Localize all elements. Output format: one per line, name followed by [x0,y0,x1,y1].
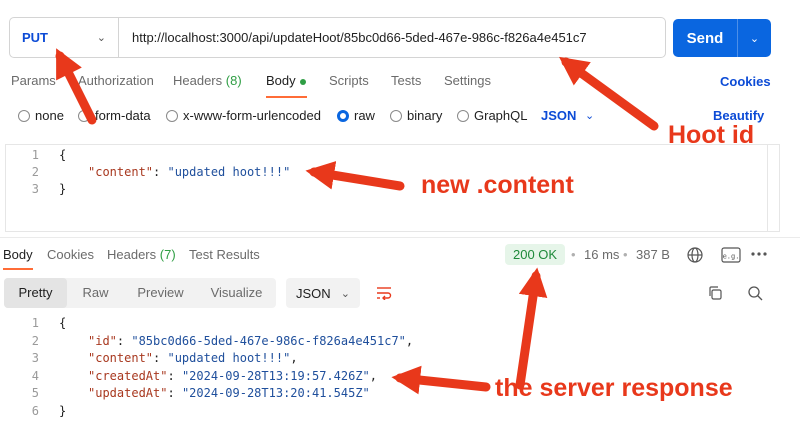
annotation-arrow-hoot-id [559,56,659,131]
annotation-arrow-content [305,161,405,191]
annotation-arrow-status [515,267,548,390]
annotation-server-response: the server response [495,374,733,402]
annotation-arrow-response [391,365,491,395]
annotation-new-content: new .content [421,171,574,199]
annotation-arrow-method [55,48,97,125]
annotation-hoot-id: Hoot id [668,121,755,149]
annotation-overlay [55,48,659,395]
